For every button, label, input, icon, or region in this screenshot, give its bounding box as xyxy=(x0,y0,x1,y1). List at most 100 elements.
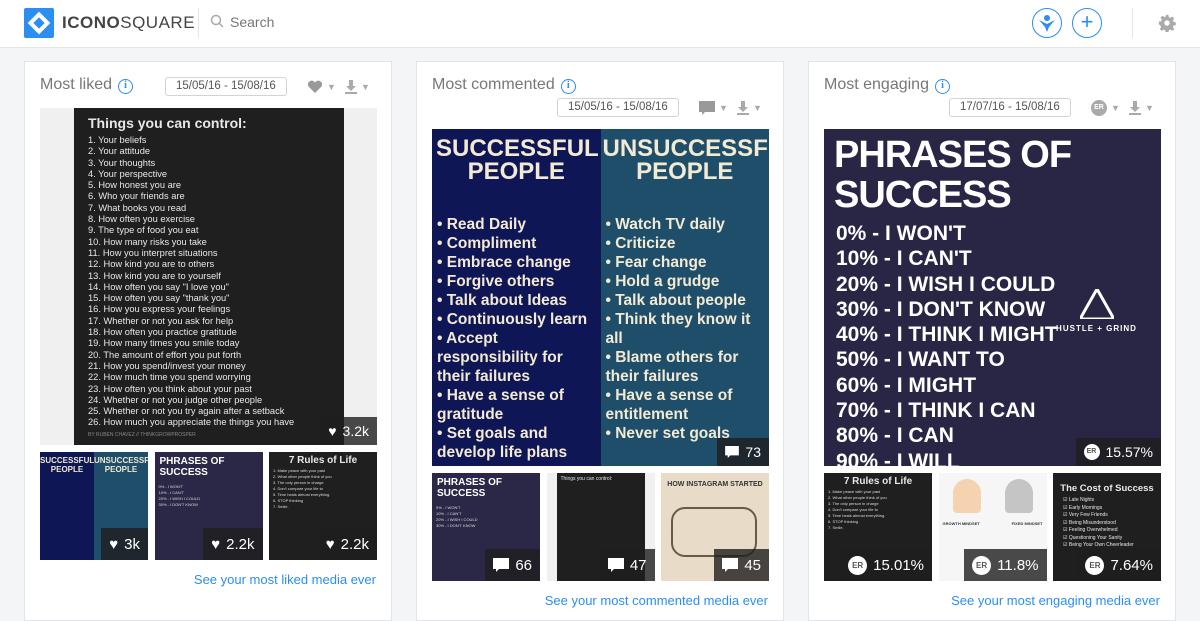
list-item: 0% - I WON'T xyxy=(836,222,966,245)
thumbnail[interactable]: PHRASES OF SUCCESS 0% - I WON'T 10% - I C… xyxy=(154,452,263,560)
comment-icon xyxy=(722,558,739,572)
featured-media[interactable]: SUCCESSFUL PEOPLE • Read Daily • Complime… xyxy=(432,129,769,466)
metric-dropdown[interactable]: ▼ xyxy=(699,99,728,117)
list-item: 1. Your beliefs xyxy=(88,135,147,145)
thumb-list: ☑ Late Nights ☑ Early Mornings ☑ Very Few … xyxy=(1053,494,1161,553)
er-value: 11.8% xyxy=(997,556,1039,574)
thumbnail[interactable]: SUCCESSFUL PEOPLE UNSUCCESSFUL PEOPLE ♥ 3… xyxy=(40,452,148,560)
metric-dropdown[interactable]: ▼ xyxy=(307,78,336,96)
list-item: 5. How honest you are xyxy=(88,180,182,191)
list-item: 2. Your attitude xyxy=(88,146,151,157)
comments-count: 73 xyxy=(745,444,761,460)
thumbnail[interactable]: 7 Rules of Life 1. Make peace with your … xyxy=(269,452,377,560)
comment-icon xyxy=(607,558,624,572)
list-item: 22. How much time you spend worrying xyxy=(88,372,251,383)
date-range-picker[interactable]: 15/05/16 - 15/08/16 xyxy=(557,98,679,117)
chevron-down-icon: ▼ xyxy=(719,103,728,113)
account-avatar[interactable] xyxy=(1032,8,1062,38)
chevron-down-icon: ▼ xyxy=(1111,103,1120,113)
er-value: 15.57% xyxy=(1105,444,1153,460)
heart-icon: ♥ xyxy=(109,535,119,553)
info-icon[interactable]: i xyxy=(118,79,134,94)
list-item: • Have a sense of entitlement xyxy=(605,387,733,423)
thumb-heading: PHRASES OF SUCCESS xyxy=(437,477,503,499)
thumb-heading: The Cost of Success xyxy=(1060,483,1154,494)
list-item: 16. How you express your feelings xyxy=(88,304,231,315)
image-credit: BY RUBEN CHAVEZ // THINKGROWPROSPER xyxy=(88,431,196,438)
featured-media[interactable]: Things you can control: 1. Your beliefs 2… xyxy=(40,108,377,445)
image-heading: PHRASES OF SUCCESS xyxy=(834,134,1072,216)
comment-icon xyxy=(699,101,715,115)
heart-icon: ♥ xyxy=(211,535,221,553)
date-range-picker[interactable]: 15/05/16 - 15/08/16 xyxy=(165,77,287,96)
list-item: • Criticize xyxy=(605,235,676,252)
likes-count: 2.2k xyxy=(226,535,255,553)
list-item: ☑ Early Mornings xyxy=(1063,504,1103,511)
image-list: • Read Daily • Compliment • Embrace change… xyxy=(432,183,601,462)
list-item: ☑ Very Few Friends xyxy=(1063,512,1108,518)
list-item: 18. How often you practice gratitude xyxy=(88,327,237,338)
comments-badge: 73 xyxy=(717,438,769,466)
thumbnail[interactable]: 7 Rules of Life 1. Make peace with your … xyxy=(824,473,932,581)
thumb-heading: PHRASES OF SUCCESS xyxy=(159,456,225,478)
download-dropdown[interactable]: ▼ xyxy=(737,99,762,117)
er-badge: ER 15.57% xyxy=(1075,438,1161,466)
er-badge: ER 15.01% xyxy=(840,549,932,581)
thumb-heading: HOW INSTAGRAM STARTED xyxy=(667,481,763,488)
thumbnail[interactable]: HOW INSTAGRAM STARTED 45 xyxy=(661,473,769,581)
most-commented-card: Most commented i 15/05/16 - 15/08/16 ▼ ▼ … xyxy=(416,61,784,621)
add-account-button[interactable]: + xyxy=(1072,8,1102,38)
list-item: ☑ Late Nights xyxy=(1063,497,1095,503)
iconosquare-logo-icon[interactable] xyxy=(24,8,54,38)
see-more-link[interactable]: See your most liked media ever xyxy=(194,572,376,587)
see-more-link[interactable]: See your most engaging media ever xyxy=(951,593,1160,608)
featured-media[interactable]: PHRASES OF SUCCESS 0% - I WON'T 10% - I C… xyxy=(824,129,1161,466)
thumbnail[interactable]: PHRASES OF SUCCESS 0% - I WON'T 10% - I C… xyxy=(432,473,540,581)
info-icon[interactable]: i xyxy=(934,79,950,94)
comments-badge: 45 xyxy=(714,549,769,581)
list-item: ☑ Feeling Overwhelmed xyxy=(1063,527,1118,533)
thumbnail[interactable]: Things you can control: 47 xyxy=(546,473,655,581)
likes-badge: ♥ 3.2k xyxy=(320,417,377,445)
date-range-picker[interactable]: 17/07/16 - 15/08/16 xyxy=(949,98,1071,117)
gear-icon[interactable] xyxy=(1158,14,1176,32)
comments-count: 45 xyxy=(744,556,761,574)
hustle-grind-logo: HUSTLE + GRIND xyxy=(1054,285,1139,333)
thumb-label: GROWTH MINDSET xyxy=(942,521,980,526)
er-badge: ER 7.64% xyxy=(1077,549,1161,581)
likes-badge: ♥ 3k xyxy=(101,528,148,560)
list-item: • Blame others for their failures xyxy=(605,349,739,385)
thumb-heading: Things you can control: xyxy=(560,476,613,482)
likes-count: 3k xyxy=(124,535,140,553)
thumb-list: 1. Make peace with your past 2. What othe… xyxy=(824,487,932,533)
chevron-down-icon: ▼ xyxy=(1145,103,1154,113)
thumbnail[interactable]: The Cost of Success ☑ Late Nights ☑ Early… xyxy=(1053,473,1161,581)
list-item: 15. How often you say "thank you" xyxy=(88,293,230,304)
search-input[interactable] xyxy=(230,11,430,33)
comment-icon xyxy=(725,446,740,458)
list-item: 6. Who your friends are xyxy=(88,191,185,202)
metric-dropdown[interactable]: ER ▼ xyxy=(1091,99,1120,117)
see-more-link[interactable]: See your most commented media ever xyxy=(545,593,768,608)
info-icon[interactable]: i xyxy=(560,79,576,94)
list-item: • Talk about Ideas xyxy=(437,292,568,309)
list-item: • Forgive others xyxy=(437,273,555,290)
list-item: • Read Daily xyxy=(437,216,526,233)
list-item: • Think they know it all xyxy=(605,311,751,347)
er-icon: ER xyxy=(1083,444,1100,460)
brand-light: SQUARE xyxy=(120,13,196,32)
thumbnail[interactable]: GROWTH MINDSET FIXED MINDSET ER 11.8% xyxy=(938,473,1047,581)
logo-text: HUSTLE + GRIND xyxy=(1056,324,1137,333)
list-item: 14. How often you say "I love you" xyxy=(88,281,229,292)
download-dropdown[interactable]: ▼ xyxy=(1129,99,1154,117)
image-heading: UNSUCCESSFUL PEOPLE xyxy=(602,135,770,185)
heart-icon: ♥ xyxy=(325,535,335,553)
download-dropdown[interactable]: ▼ xyxy=(345,78,370,96)
brand-name[interactable]: ICONOSQUARE xyxy=(62,13,195,33)
list-item: • Continuously learn xyxy=(437,311,588,328)
list-item: 21. How you spend/invest your money xyxy=(88,360,246,371)
list-item: 70% - I THINK I CAN xyxy=(836,399,1036,423)
card-title-text: Most engaging xyxy=(824,76,929,93)
download-icon xyxy=(737,101,749,115)
thumb-heading: UNSUCCESSFUL PEOPLE xyxy=(94,456,148,474)
